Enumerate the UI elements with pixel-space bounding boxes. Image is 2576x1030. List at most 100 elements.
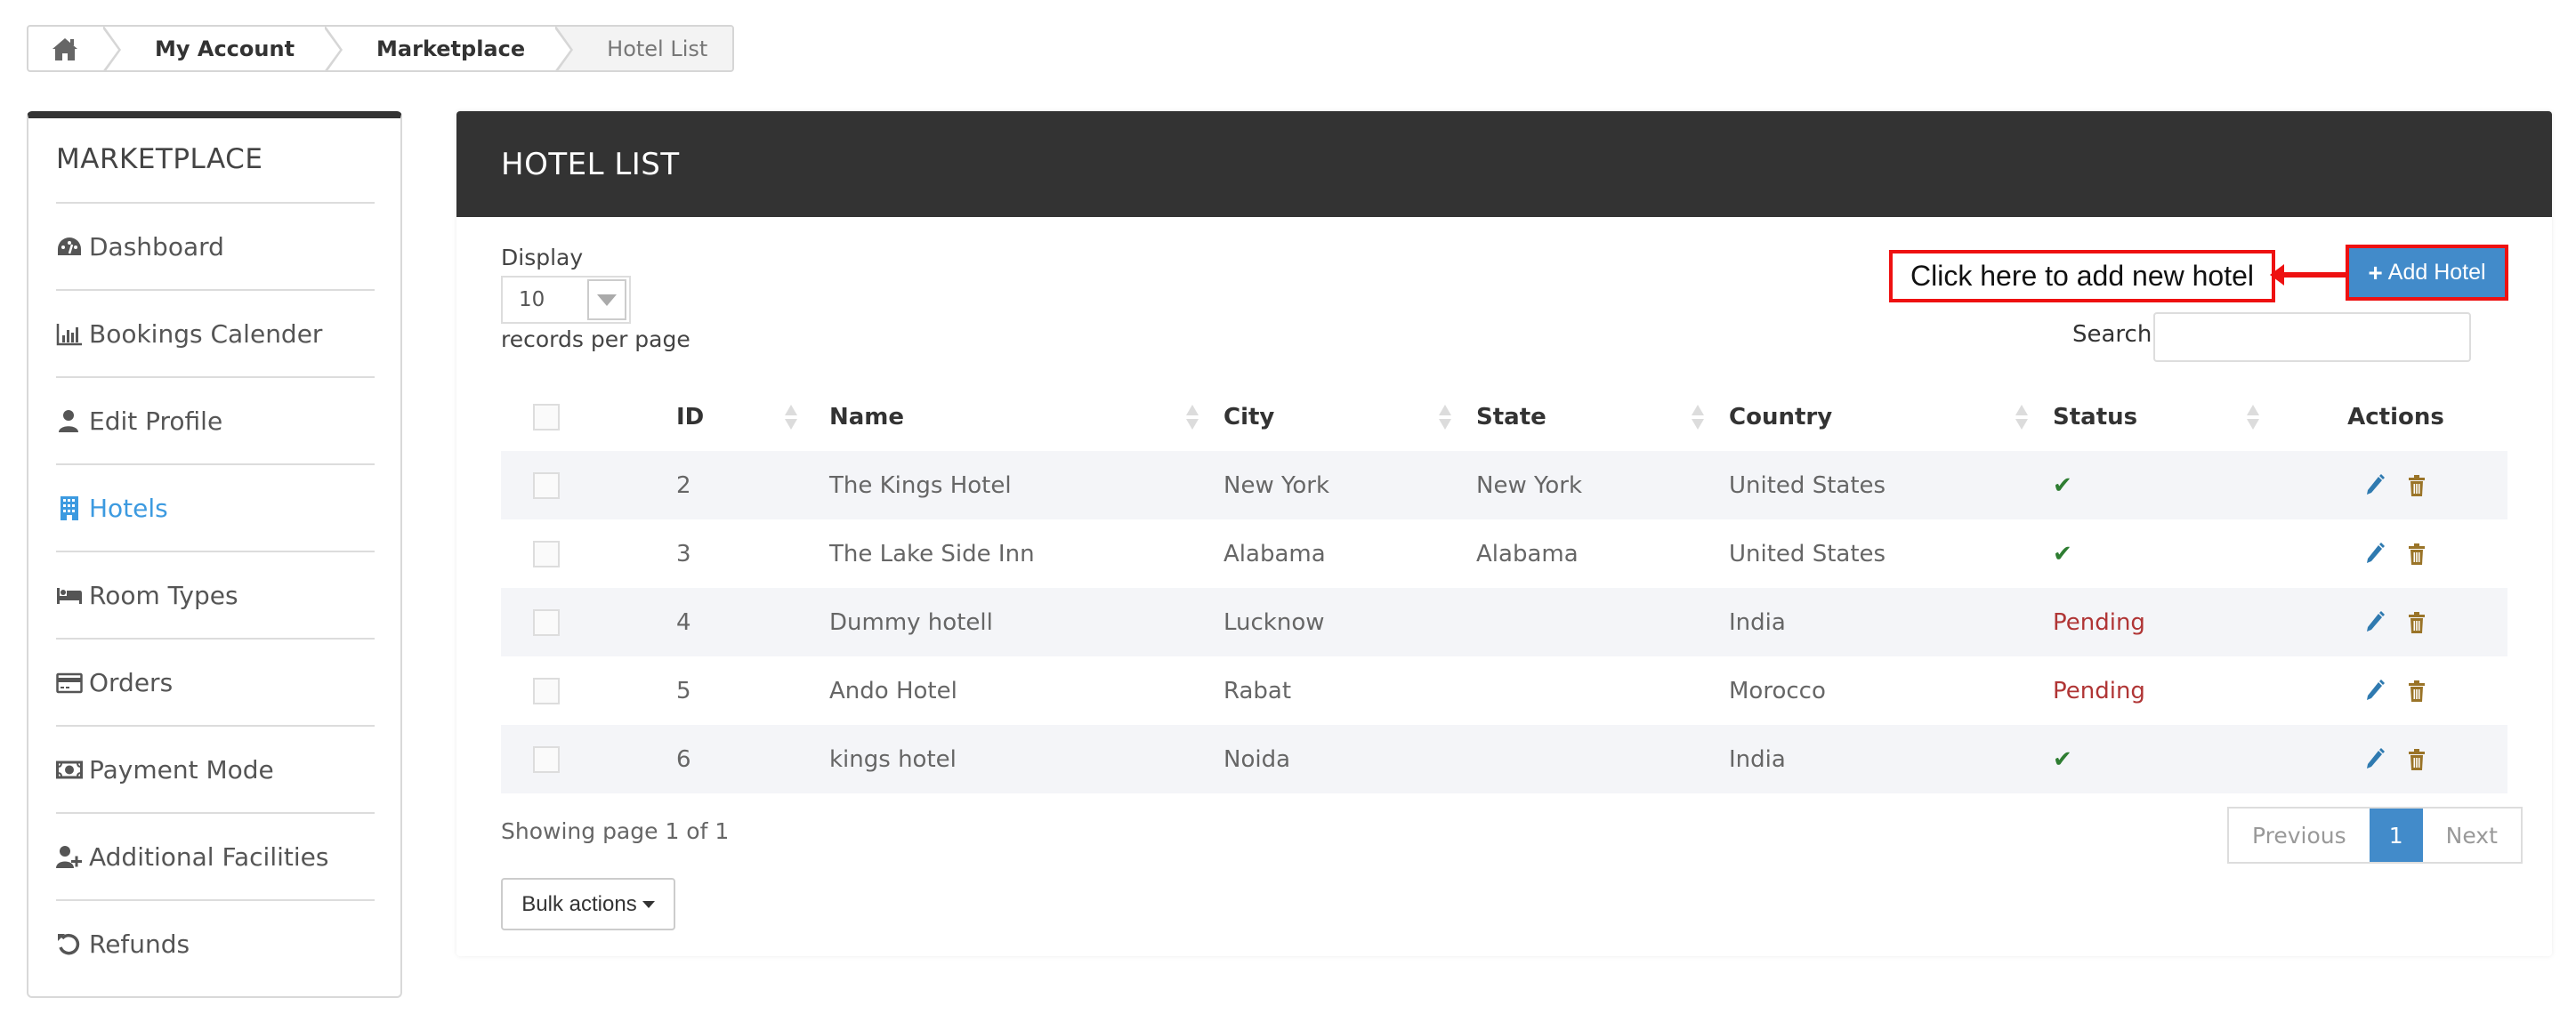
cell-city: Alabama xyxy=(1223,540,1326,567)
row-checkbox[interactable] xyxy=(533,540,560,567)
cell-id: 2 xyxy=(676,471,691,499)
breadcrumb-label: Hotel List xyxy=(607,36,708,61)
edit-icon[interactable] xyxy=(2365,748,2386,771)
search-input[interactable] xyxy=(2153,312,2471,362)
column-header-status[interactable]: Status xyxy=(2053,382,2284,451)
cell-city: Noida xyxy=(1223,745,1291,773)
records-per-page-label: records per page xyxy=(501,326,690,352)
delete-icon[interactable] xyxy=(2407,611,2427,634)
sidebar-item-label: Refunds xyxy=(89,929,190,959)
column-header-id[interactable]: ID xyxy=(676,382,829,451)
column-header-country[interactable]: Country xyxy=(1729,382,2053,451)
cell-actions xyxy=(2284,451,2507,519)
sidebar-item-bookings-calender[interactable]: Bookings Calender xyxy=(56,289,375,376)
page-1-button[interactable]: 1 xyxy=(2369,809,2423,862)
sidebar-item-edit-profile[interactable]: Edit Profile xyxy=(56,376,375,463)
cell-country: India xyxy=(1729,745,1786,773)
sidebar-title: MARKETPLACE xyxy=(56,143,263,175)
records-per-page-value: 10 xyxy=(519,288,545,311)
cell-actions xyxy=(2284,588,2507,656)
status-badge: ✔ xyxy=(2053,745,2072,773)
delete-icon[interactable] xyxy=(2407,543,2427,566)
edit-icon[interactable] xyxy=(2365,611,2386,634)
cell-id: 5 xyxy=(676,677,691,704)
edit-icon[interactable] xyxy=(2365,474,2386,497)
row-checkbox[interactable] xyxy=(533,745,560,773)
breadcrumb: My Account Marketplace Hotel List xyxy=(27,25,735,72)
breadcrumb-label: My Account xyxy=(155,36,295,61)
breadcrumb-label: Marketplace xyxy=(376,36,526,61)
credit-card-icon xyxy=(56,670,83,695)
cell-status: ✔ xyxy=(2053,519,2284,588)
table-row: 4 Dummy hotell Lucknow India Pending xyxy=(501,588,2507,656)
select-all-checkbox[interactable] xyxy=(533,403,560,431)
sort-icon[interactable] xyxy=(1439,405,1451,431)
edit-icon[interactable] xyxy=(2365,680,2386,703)
delete-icon[interactable] xyxy=(2407,474,2427,497)
dropdown-arrow-icon[interactable] xyxy=(587,279,626,320)
edit-icon[interactable] xyxy=(2365,543,2386,566)
sidebar-item-refunds[interactable]: Refunds xyxy=(56,899,375,986)
sort-icon[interactable] xyxy=(1186,405,1199,431)
add-hotel-button[interactable]: + Add Hotel xyxy=(2349,248,2505,297)
row-select-cell xyxy=(501,588,676,656)
column-header-actions: Actions xyxy=(2284,382,2507,451)
add-hotel-highlight: + Add Hotel xyxy=(2346,245,2508,301)
column-header-state[interactable]: State xyxy=(1476,382,1729,451)
sidebar-item-dashboard[interactable]: Dashboard xyxy=(56,202,375,289)
row-select-cell xyxy=(501,656,676,725)
sort-icon[interactable] xyxy=(2247,405,2259,431)
records-per-page-select[interactable]: 10 xyxy=(501,276,631,324)
caret-down-icon xyxy=(642,900,655,908)
cell-state: Alabama xyxy=(1476,540,1579,567)
breadcrumb-home[interactable] xyxy=(28,27,121,70)
next-page-button[interactable]: Next xyxy=(2422,809,2521,862)
sort-icon[interactable] xyxy=(2015,405,2028,431)
sidebar-item-payment-mode[interactable]: Payment Mode xyxy=(56,725,375,812)
delete-icon[interactable] xyxy=(2407,680,2427,703)
row-checkbox[interactable] xyxy=(533,471,560,499)
add-hotel-callout: Click here to add new hotel xyxy=(1889,250,2275,302)
sidebar-item-room-types[interactable]: Room Types xyxy=(56,551,375,638)
sort-icon[interactable] xyxy=(1692,405,1704,431)
breadcrumb-my-account[interactable]: My Account xyxy=(103,27,343,70)
sort-icon[interactable] xyxy=(785,405,797,431)
cell-country: Morocco xyxy=(1729,677,1826,704)
cell-city: New York xyxy=(1223,471,1330,499)
status-badge: ✔ xyxy=(2053,540,2072,567)
delete-icon[interactable] xyxy=(2407,748,2427,771)
bar-chart-icon xyxy=(56,321,83,346)
bulk-actions-button[interactable]: Bulk actions xyxy=(501,878,675,930)
add-hotel-label: Add Hotel xyxy=(2387,260,2486,285)
sidebar-item-additional-facilities[interactable]: Additional Facilities xyxy=(56,812,375,899)
sidebar-item-orders[interactable]: Orders xyxy=(56,638,375,725)
cell-actions xyxy=(2284,725,2507,793)
cell-country: India xyxy=(1729,608,1786,636)
sidebar-item-label: Payment Mode xyxy=(89,754,274,785)
breadcrumb-marketplace[interactable]: Marketplace xyxy=(325,27,574,70)
row-select-cell xyxy=(501,725,676,793)
sidebar-item-hotels[interactable]: Hotels xyxy=(56,463,375,551)
user-icon xyxy=(56,408,83,433)
display-label: Display xyxy=(501,245,584,270)
cell-name: The Lake Side Inn xyxy=(829,540,1035,567)
column-label: Status xyxy=(2053,403,2138,431)
column-label: ID xyxy=(676,403,705,431)
cell-id: 6 xyxy=(676,745,691,773)
cell-status: Pending xyxy=(2053,656,2284,725)
status-badge: Pending xyxy=(2053,677,2145,704)
bed-icon xyxy=(56,583,83,608)
cell-state xyxy=(1476,588,1729,656)
select-all-header xyxy=(501,382,676,451)
column-header-name[interactable]: Name xyxy=(829,382,1223,451)
previous-page-button[interactable]: Previous xyxy=(2229,809,2370,862)
status-badge: Pending xyxy=(2053,608,2145,636)
plus-icon: + xyxy=(2368,258,2383,286)
cell-actions xyxy=(2284,656,2507,725)
row-checkbox[interactable] xyxy=(533,677,560,704)
row-checkbox[interactable] xyxy=(533,608,560,636)
column-header-city[interactable]: City xyxy=(1223,382,1476,451)
column-label: City xyxy=(1223,403,1275,431)
undo-icon xyxy=(56,931,83,956)
cell-state xyxy=(1476,725,1729,793)
